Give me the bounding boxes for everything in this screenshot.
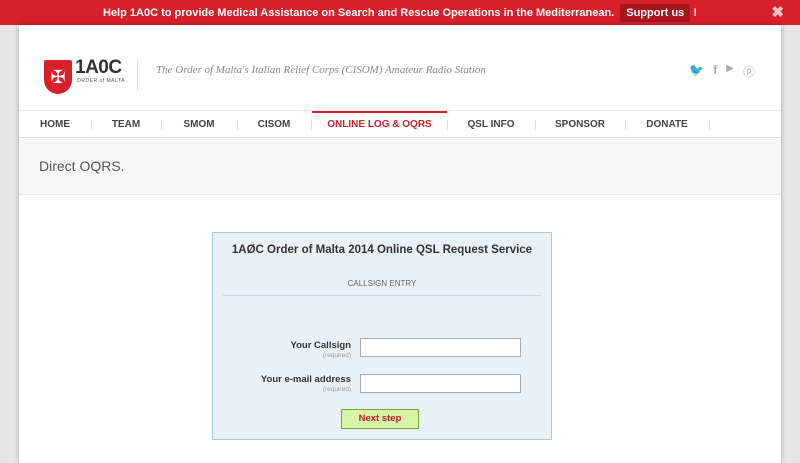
- logo-text[interactable]: 1A0C: [75, 57, 122, 79]
- nav-item-sponsor[interactable]: SPONSOR: [535, 111, 625, 138]
- support-us-button[interactable]: Support us: [620, 3, 691, 22]
- page-title: Direct OQRS.: [39, 158, 125, 174]
- social-links: 🐦 f ▶ ⓟ: [689, 63, 755, 80]
- callsign-input[interactable]: [360, 338, 521, 357]
- pinterest-icon[interactable]: ⓟ: [743, 63, 755, 80]
- page-title-bar: Direct OQRS.: [19, 139, 781, 195]
- main-nav: HOME TEAM SMOM CISOM ONLINE LOG & OQRS Q…: [19, 110, 781, 138]
- qsl-request-form: 1AØC Order of Malta 2014 Online QSL Requ…: [212, 232, 552, 440]
- nav-item-smom[interactable]: SMOM: [161, 111, 237, 138]
- announcement-message: Help 1A0C to provide Medical Assistance …: [103, 6, 615, 19]
- form-title: 1AØC Order of Malta 2014 Online QSL Requ…: [231, 244, 533, 256]
- youtube-icon[interactable]: ▶: [726, 63, 734, 80]
- nav-item-home[interactable]: HOME: [19, 111, 91, 138]
- next-step-button[interactable]: Next step: [341, 409, 419, 429]
- site-header: ✠ 1A0C ORDER of MALTA The Order of Malta…: [19, 25, 781, 110]
- nav-item-donate[interactable]: DONATE: [625, 111, 709, 138]
- nav-item-qsl-info[interactable]: QSL INFO: [447, 111, 535, 138]
- nav-item-team[interactable]: TEAM: [91, 111, 161, 138]
- facebook-icon[interactable]: f: [713, 63, 717, 80]
- site-tagline: The Order of Malta's Italian Relief Corp…: [156, 64, 486, 76]
- maltese-cross-icon[interactable]: ✠: [44, 60, 72, 94]
- twitter-icon[interactable]: 🐦: [689, 63, 704, 80]
- callsign-label: Your Callsign: [290, 340, 351, 351]
- email-input[interactable]: [360, 374, 521, 393]
- logo-divider: [137, 59, 138, 91]
- email-required-note: (required): [322, 386, 351, 393]
- announcement-exclamation: !: [693, 6, 697, 19]
- nav-item-cisom[interactable]: CISOM: [237, 111, 311, 138]
- logo-subtext: ORDER of MALTA: [77, 78, 125, 84]
- form-subtitle: CALLSIGN ENTRY: [347, 279, 417, 288]
- callsign-required-note: (required): [322, 352, 351, 359]
- nav-item-online-log[interactable]: ONLINE LOG & OQRS: [312, 111, 447, 138]
- form-divider: [223, 295, 541, 296]
- nav-separator: [709, 120, 710, 130]
- close-icon[interactable]: ✖: [771, 3, 784, 21]
- announcement-bar: Help 1A0C to provide Medical Assistance …: [0, 0, 800, 30]
- email-label: Your e-mail address: [260, 374, 351, 385]
